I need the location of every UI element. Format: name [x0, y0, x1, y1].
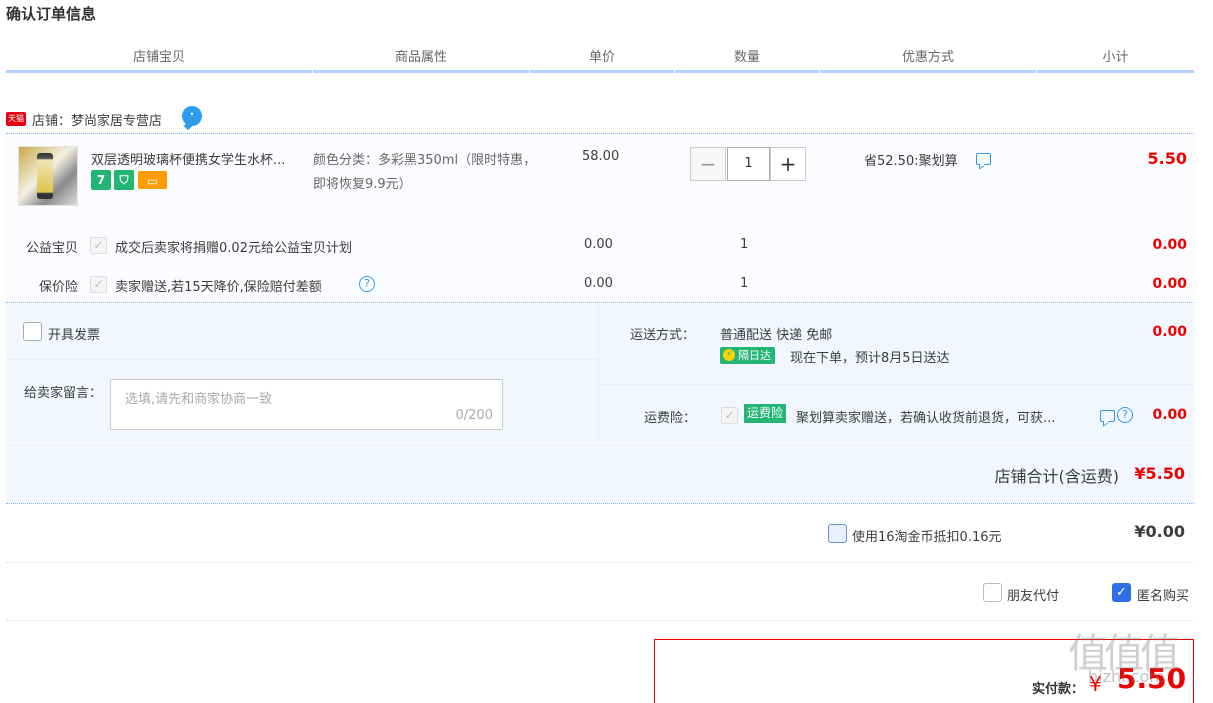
final-payment-box: 实付款： ¥ 5.50 [654, 639, 1194, 703]
divider [600, 384, 1194, 385]
message-input[interactable]: 选填,请先和商家协商一致 0/200 [110, 379, 503, 430]
shop-total-label: 店铺合计(含运费) [994, 467, 1120, 486]
shop-name[interactable]: 店铺：梦尚家居专营店 [32, 110, 162, 129]
header-attr: 商品属性 [313, 48, 529, 73]
header-subtotal: 小计 [1037, 48, 1194, 73]
quantity-stepper: − 1 + [690, 147, 806, 181]
tmall-icon: 天猫 [6, 112, 26, 126]
charity-label: 公益宝贝 [25, 241, 78, 256]
page-title: 确认订单信息 [6, 5, 97, 23]
price-protection-qty: 1 [740, 276, 749, 291]
charity-checkbox: ✓ [90, 237, 107, 254]
shipping-insurance-label: 运费险： [644, 411, 697, 426]
item-subtotal: 5.50 [1147, 149, 1187, 168]
coin-checkbox[interactable] [828, 524, 847, 543]
lightning-icon: ⚡ [723, 349, 735, 361]
seven-day-return-icon[interactable]: 7 [91, 170, 111, 190]
message-label: 给卖家留言： [24, 386, 103, 401]
final-currency: ¥ [1089, 672, 1102, 696]
payment-options-row: 朋友代付 ✓ 匿名购买 [6, 563, 1194, 621]
coin-row: 使用16淘金币抵扣0.16元 ¥0.00 [6, 505, 1194, 563]
invoice-checkbox[interactable] [23, 322, 42, 341]
next-day-badge: ⚡ 隔日达 [720, 347, 775, 364]
item-title[interactable]: 双层透明玻璃杯便携女学生水杯... [91, 149, 306, 168]
options-left: 开具发票 给卖家留言： 选填,请先和商家协商一致 0/200 [6, 304, 599, 442]
next-day-badge-label: 隔日达 [738, 349, 771, 362]
charity-qty: 1 [740, 237, 749, 252]
shipping-eta: 现在下单，预计8月5日送达 [790, 351, 950, 366]
quantity-increase-button[interactable]: + [770, 147, 806, 181]
shipping-label: 运送方式： [630, 328, 696, 343]
item-attributes: 颜色分类：多彩黑350ml（限时特惠，即将恢复9.9元） [313, 153, 537, 192]
price-protection-checkbox: ✓ [90, 276, 107, 293]
price-protection-row: 保价险 ✓ 卖家赠送,若15天降价,保险赔付差额 ? 0.00 1 0.00 [6, 276, 1194, 300]
invoice-label[interactable]: 开具发票 [48, 324, 100, 343]
friend-pay-label[interactable]: 朋友代付 [1007, 585, 1059, 604]
price-protection-label: 保价险 [38, 280, 78, 295]
shipping-method: 普通配送 快递 免邮 [720, 328, 833, 343]
header-qty: 数量 [675, 48, 819, 73]
anonymous-label[interactable]: 匿名购买 [1137, 585, 1189, 604]
item-thumbnail[interactable] [18, 146, 78, 206]
wangwang-chat-icon[interactable]: • [182, 106, 202, 126]
final-payment-amount: 5.50 [1117, 662, 1187, 695]
coin-value: ¥0.00 [1134, 522, 1185, 541]
shipping-insurance-text: 聚划算卖家赠送，若确认收货前退货，可获... [796, 411, 1056, 426]
price-protection-text: 卖家赠送,若15天降价,保险赔付差额 [115, 280, 322, 295]
shop-total-value: ¥5.50 [1134, 464, 1185, 483]
charity-price: 0.00 [584, 237, 613, 252]
coin-label[interactable]: 使用16淘金币抵扣0.16元 [852, 526, 1002, 545]
shipping-fee: 0.00 [1152, 324, 1187, 340]
order-item: 双层透明玻璃杯便携女学生水杯... 7 ⛉ ▭ 颜色分类：多彩黑350ml（限时… [6, 135, 1194, 303]
anonymous-checkbox[interactable]: ✓ [1112, 583, 1131, 602]
final-payment-label: 实付款： [1032, 682, 1085, 697]
charity-subtotal: 0.00 [1152, 237, 1187, 253]
shipping-insurance-badge: 运费险 [744, 404, 787, 423]
shop-row: 天猫 店铺：梦尚家居专营店 • [6, 106, 1194, 134]
promo-info: 省52.50:聚划算 [864, 150, 991, 169]
header-price: 单价 [530, 48, 674, 73]
shop-total-row: 店铺合计(含运费) ¥5.50 [6, 443, 1194, 504]
divider [6, 359, 599, 360]
price-protection-subtotal: 0.00 [1152, 276, 1187, 292]
comment-icon[interactable] [1100, 410, 1115, 422]
item-price: 58.00 [582, 149, 620, 164]
order-options: 开具发票 给卖家留言： 选填,请先和商家协商一致 0/200 运送方式： 普通配… [6, 304, 1194, 442]
message-placeholder: 选填,请先和商家协商一致 [125, 392, 273, 407]
promo-text: 省52.50:聚划算 [864, 154, 958, 169]
charity-row: 公益宝贝 ✓ 成交后卖家将捐赠0.02元给公益宝贝计划 0.00 1 0.00 [6, 237, 1194, 261]
shield-icon[interactable]: ⛉ [114, 170, 134, 190]
quantity-input[interactable]: 1 [727, 147, 770, 181]
charity-text: 成交后卖家将捐赠0.02元给公益宝贝计划 [115, 241, 352, 256]
help-icon[interactable]: ? [1117, 407, 1133, 423]
help-icon[interactable]: ? [359, 276, 375, 292]
header-promo: 优惠方式 [820, 48, 1036, 73]
comment-icon[interactable] [976, 153, 991, 165]
quantity-decrease-button[interactable]: − [690, 147, 726, 181]
header-item: 店铺宝贝 [6, 48, 312, 73]
card-icon[interactable]: ▭ [138, 171, 167, 189]
friend-pay-checkbox[interactable] [983, 583, 1002, 602]
shipping-insurance-checkbox: ✓ [721, 407, 738, 424]
price-protection-price: 0.00 [584, 276, 613, 291]
message-char-count: 0/200 [455, 408, 493, 423]
shipping-insurance-fee: 0.00 [1152, 407, 1187, 423]
